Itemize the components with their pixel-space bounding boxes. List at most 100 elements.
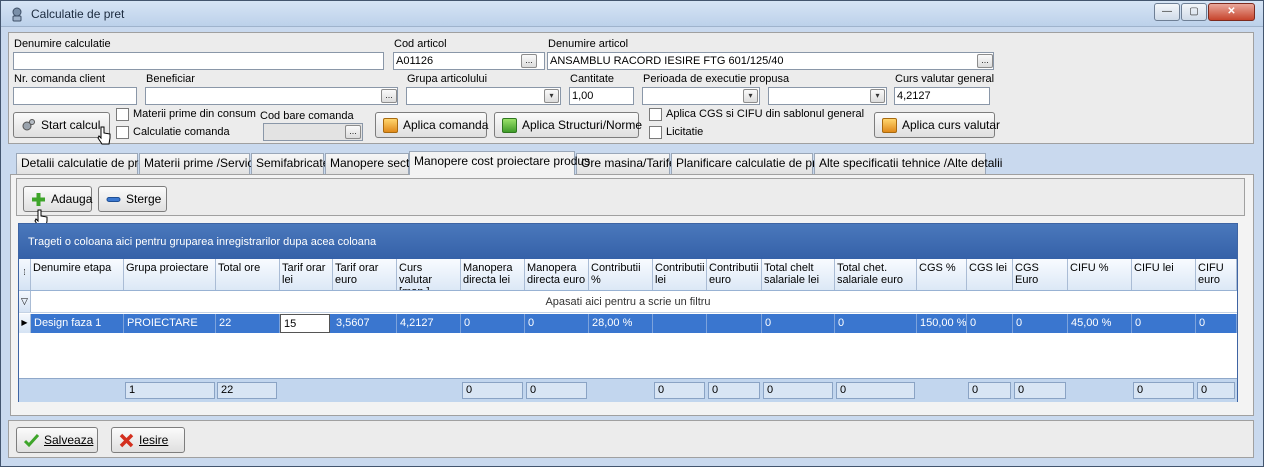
tab-detalii-calculatie[interactable]: Detalii calculatie de pret: [16, 153, 148, 174]
currency-icon: [882, 118, 897, 133]
column-header[interactable]: CGS Euro: [1013, 259, 1068, 290]
cell-manopera-euro[interactable]: 0: [525, 314, 589, 333]
column-chooser-icon[interactable]: ⁞: [19, 259, 31, 290]
column-header[interactable]: Denumire etapa: [31, 259, 124, 290]
close-button[interactable]: ✕: [1208, 3, 1255, 21]
materii-prime-label: Materii prime din consum: [133, 108, 256, 120]
cell-cgs-lei[interactable]: 0: [967, 314, 1013, 333]
summary-cifu-euro: 0: [1197, 382, 1235, 399]
cell-tarif-orar-euro[interactable]: 3,5607: [333, 314, 397, 333]
beneficiar-browse-button[interactable]: ...: [381, 89, 397, 103]
cell-contributii-euro[interactable]: [707, 314, 762, 333]
denumire-articol-browse-button[interactable]: ...: [977, 54, 993, 68]
summary-grupa-count: 1: [125, 382, 215, 399]
calculatie-comanda-checkbox[interactable]: [116, 126, 129, 139]
cell-contributii-lei[interactable]: [653, 314, 707, 333]
column-header[interactable]: Contributii euro: [707, 259, 762, 290]
tab-manopere-sectii[interactable]: Manopere sectii: [325, 153, 415, 174]
nr-comanda-client-input[interactable]: [13, 87, 137, 105]
aplica-cgs-checkbox[interactable]: [649, 108, 662, 121]
cell-cifu-pct[interactable]: 45,00 %: [1068, 314, 1132, 333]
tab-alte-specificatii[interactable]: Alte specificatii tehnice /Alte detalii: [814, 153, 1002, 174]
header-form-panel: Denumire calculatie Cod articol A01126 .…: [8, 32, 1254, 144]
title-bar[interactable]: Calculatie de pret — ▢ ✕: [1, 1, 1263, 27]
sterge-button[interactable]: Sterge: [98, 186, 167, 212]
iesire-button[interactable]: Iesire: [111, 427, 185, 453]
cantitate-input[interactable]: 1,00: [569, 87, 634, 105]
cell-contributii-pct[interactable]: 28,00 %: [589, 314, 653, 333]
perioada-end-dropdown-icon[interactable]: ▾: [870, 89, 885, 103]
column-header[interactable]: Manopera directa euro: [525, 259, 589, 290]
grupa-articolului-select[interactable]: [406, 87, 561, 105]
row-indicator-icon: ▶: [19, 314, 31, 333]
aplica-curs-button[interactable]: Aplica curs valutar: [874, 112, 1000, 138]
column-header[interactable]: Total chelt salariale lei: [762, 259, 835, 290]
aplica-comanda-button[interactable]: Aplica comanda: [375, 112, 489, 138]
start-calcul-label: Start calcul: [41, 118, 101, 132]
aplica-comanda-label: Aplica comanda: [403, 118, 489, 132]
cod-bare-browse-button[interactable]: ...: [345, 125, 361, 139]
cell-tarif-orar-lei-editor[interactable]: 15: [280, 314, 330, 333]
group-by-area[interactable]: Trageti o coloana aici pentru gruparea i…: [19, 224, 1237, 259]
cod-articol-browse-button[interactable]: ...: [521, 54, 537, 68]
column-header[interactable]: CIFU %: [1068, 259, 1132, 290]
grupa-articolului-dropdown-icon[interactable]: ▾: [544, 89, 559, 103]
perioada-label: Perioada de executie propusa: [643, 73, 790, 85]
manopere-grid: Trageti o coloana aici pentru gruparea i…: [18, 223, 1238, 402]
curs-valutar-input[interactable]: 4,2127: [894, 87, 990, 105]
cell-curs-valutar[interactable]: 4,2127: [397, 314, 461, 333]
column-header[interactable]: Curs valutar [man.]: [397, 259, 461, 290]
column-header[interactable]: Total ore: [216, 259, 280, 290]
aplica-cgs-label: Aplica CGS si CIFU din sablonul general: [666, 108, 865, 120]
nr-comanda-client-label: Nr. comanda client: [14, 73, 106, 85]
salveaza-button[interactable]: Salveaza: [16, 427, 98, 453]
licitatie-checkbox[interactable]: [649, 126, 662, 139]
cell-total-salariale-euro[interactable]: 0: [835, 314, 917, 333]
column-header[interactable]: Grupa proiectare: [124, 259, 216, 290]
cell-denumire-etapa[interactable]: Design faza 1: [31, 314, 124, 333]
cell-cifu-euro[interactable]: 0: [1196, 314, 1237, 333]
tab-materii-prime[interactable]: Materii prime /Servicii: [139, 153, 259, 174]
summary-manopera-lei: 0: [462, 382, 523, 399]
cell-cgs-pct[interactable]: 150,00 %: [917, 314, 967, 333]
column-header[interactable]: Tarif orar lei: [280, 259, 333, 290]
column-header[interactable]: Contributii lei: [653, 259, 707, 290]
filter-row[interactable]: ▽ Apasati aici pentru a scrie un filtru: [19, 291, 1237, 313]
cell-grupa-proiectare[interactable]: PROIECTARE: [124, 314, 216, 333]
materii-prime-checkbox[interactable]: [116, 108, 129, 121]
summary-manopera-euro: 0: [526, 382, 587, 399]
beneficiar-input[interactable]: [145, 87, 398, 105]
cell-manopera-lei[interactable]: 0: [461, 314, 525, 333]
perioada-start-dropdown-icon[interactable]: ▾: [743, 89, 758, 103]
cell-cgs-euro[interactable]: 0: [1013, 314, 1068, 333]
tab-semifabricate[interactable]: Semifabricate: [251, 153, 329, 174]
grupa-articolului-label: Grupa articolului: [407, 73, 488, 85]
column-header[interactable]: Contributii %: [589, 259, 653, 290]
denumire-calculatie-input[interactable]: [13, 52, 384, 70]
column-header[interactable]: CIFU euro: [1196, 259, 1237, 290]
aplica-structuri-button[interactable]: Aplica Structuri/Norme: [494, 112, 642, 138]
column-header[interactable]: Total chet. salariale euro: [835, 259, 917, 290]
minus-icon: [106, 197, 121, 202]
denumire-articol-input[interactable]: ANSAMBLU RACORD IESIRE FTG 601/125/40: [547, 52, 994, 70]
maximize-button[interactable]: ▢: [1181, 3, 1207, 21]
column-header[interactable]: CGS lei: [967, 259, 1013, 290]
bottom-action-panel: Salveaza Iesire: [8, 420, 1254, 458]
column-header[interactable]: Manopera directa lei: [461, 259, 525, 290]
summary-cifu-lei: 0: [1133, 382, 1194, 399]
cell-cifu-lei[interactable]: 0: [1132, 314, 1196, 333]
tab-ore-masina[interactable]: Ore masina/Tarife: [576, 153, 676, 174]
minimize-button[interactable]: —: [1154, 3, 1180, 21]
tab-planificare[interactable]: Planificare calculatie de pret: [671, 153, 826, 174]
start-calcul-button[interactable]: Start calcul: [13, 112, 110, 138]
column-header[interactable]: CGS %: [917, 259, 967, 290]
column-header[interactable]: Tarif orar euro: [333, 259, 397, 290]
tab-manopere-cost-proiectare[interactable]: Manopere cost proiectare produs: [409, 151, 590, 175]
cell-total-salariale-lei[interactable]: 0: [762, 314, 835, 333]
checkmark-icon: [24, 433, 39, 448]
summary-total-salariale-euro: 0: [836, 382, 915, 399]
filter-hint: Apasati aici pentru a scrie un filtru: [545, 296, 711, 308]
table-row[interactable]: ▶ Design faza 1 PROIECTARE 22 15 3,5607 …: [19, 314, 1237, 333]
column-header[interactable]: CIFU lei: [1132, 259, 1196, 290]
cell-total-ore[interactable]: 22: [216, 314, 280, 333]
